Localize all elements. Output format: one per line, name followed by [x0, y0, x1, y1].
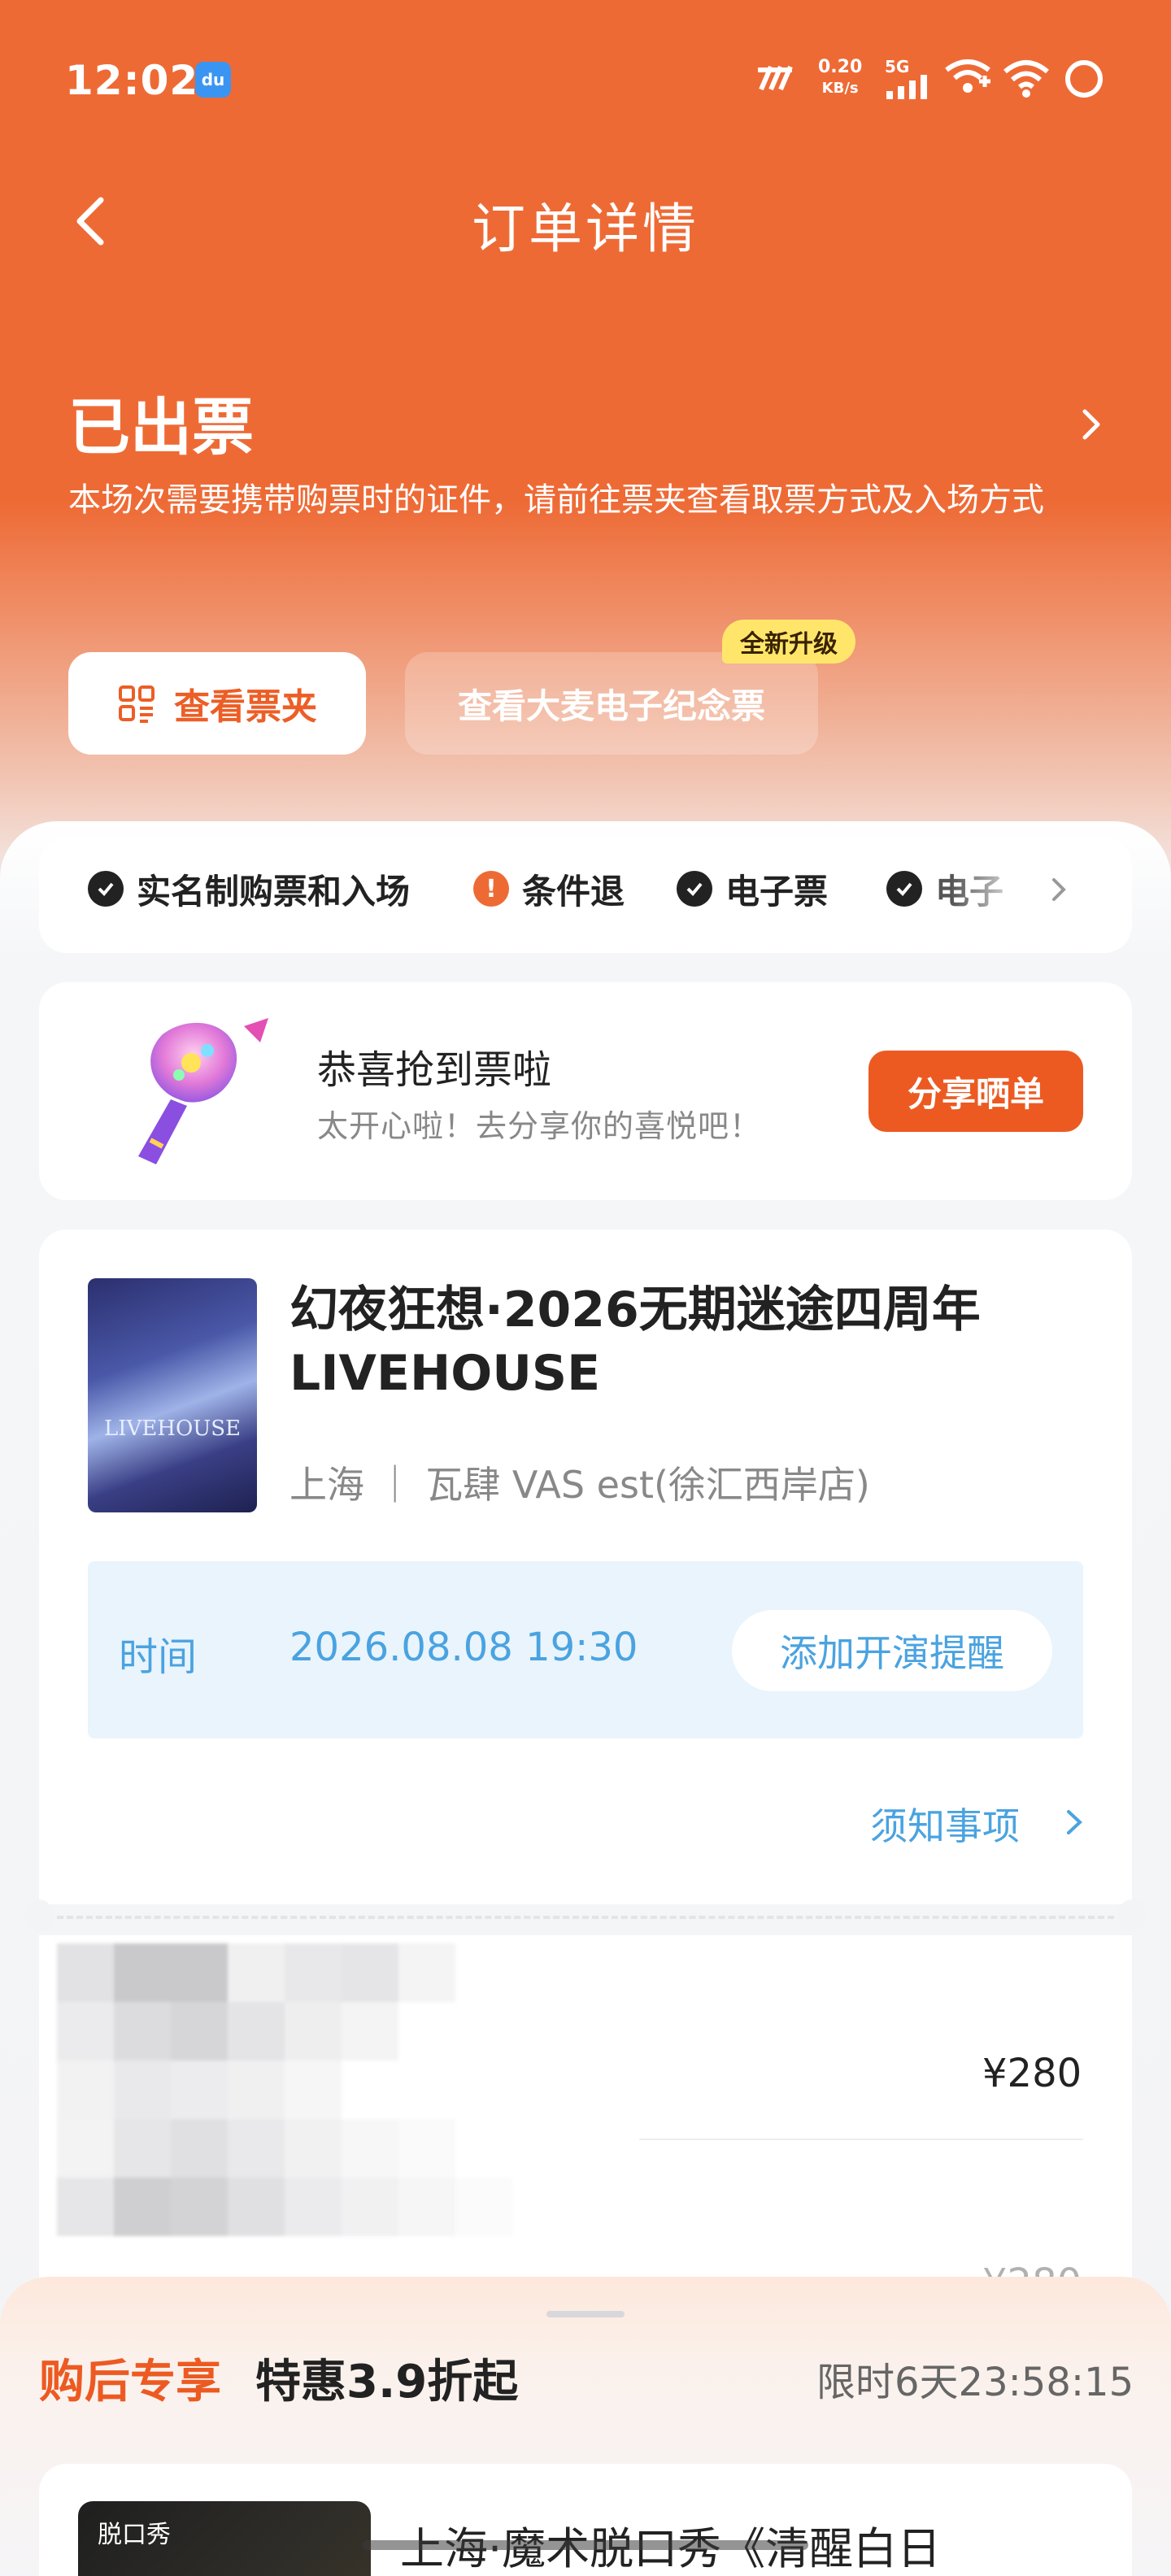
poster-artwork-text: LIVEHOUSE — [104, 1416, 241, 1441]
warning-circle-icon: ! — [473, 871, 509, 907]
promo-title: 购后专享 — [39, 2356, 221, 2408]
battery-ring-icon — [1065, 60, 1103, 98]
cellular-signal-icon — [886, 75, 927, 99]
view-ticket-wallet-button[interactable]: 查看票夹 — [68, 652, 366, 755]
network-type: 5G — [885, 57, 910, 76]
view-souvenir-ticket-button[interactable]: 查看大麦电子纪念票 — [405, 652, 818, 755]
recommendation-thumb-label: 脱口秀 — [98, 2521, 171, 2549]
ticket-notch-right — [1117, 1899, 1147, 1932]
ticket-divider — [57, 1916, 1114, 1919]
feature-conditional-refund: ! 条件退 — [473, 865, 625, 912]
page-title: 订单详情 — [472, 198, 699, 260]
chevron-right-icon[interactable] — [1046, 872, 1072, 907]
wifi-icon — [1003, 60, 1049, 98]
drag-handle[interactable] — [546, 2311, 625, 2317]
price-divider — [639, 2139, 1083, 2140]
show-venue: 上海 ｜ 瓦肆 VAS est(徐汇西岸店) — [289, 1463, 870, 1507]
chevron-right-icon[interactable] — [1075, 400, 1108, 449]
show-time-value: 2026.08.08 19:30 — [289, 1625, 638, 1670]
show-poster[interactable]: LIVEHOUSE — [88, 1278, 257, 1512]
check-circle-icon — [886, 871, 922, 907]
promo-countdown: 限时6天23:58:15 — [816, 2360, 1134, 2405]
recommendation-thumbnail[interactable]: 脱口秀 — [78, 2501, 371, 2576]
add-reminder-button[interactable]: 添加开演提醒 — [732, 1610, 1052, 1691]
view-ticket-wallet-label: 查看票夹 — [174, 686, 317, 728]
share-button[interactable]: 分享晒单 — [868, 1051, 1083, 1132]
share-subtitle: 太开心啦！去分享你的喜悦吧！ — [317, 1108, 762, 1144]
order-status-description: 本场次需要携带购票时的证件，请前往票夹查看取票方式及入场方式 — [68, 481, 1044, 519]
status-bar: 12:02 du 0.20 KB/s 5G — [0, 0, 1171, 154]
notice-link[interactable]: 须知事项 — [870, 1797, 1020, 1851]
wifi-calling-icon — [945, 59, 990, 93]
app-notification-icon: du — [195, 62, 231, 98]
check-circle-icon — [88, 871, 124, 907]
feature-fade — [951, 854, 1049, 927]
chevron-right-icon[interactable] — [1062, 1802, 1086, 1843]
status-time: 12:02 — [65, 57, 199, 104]
promo-subtitle: 特惠3.9折起 — [255, 2356, 519, 2408]
show-time-label: 时间 — [119, 1634, 198, 1680]
share-title: 恭喜抢到票啦 — [317, 1047, 552, 1093]
redacted-price-details — [57, 1943, 691, 2293]
ticket-notch-left — [24, 1899, 54, 1932]
new-upgrade-badge: 全新升级 — [722, 620, 855, 664]
check-circle-icon — [677, 871, 712, 907]
home-indicator[interactable] — [363, 2540, 808, 2550]
glowstick-icon — [138, 1018, 268, 1164]
grid-icon — [119, 685, 155, 723]
net-speed: 0.20 KB/s — [818, 57, 863, 97]
hd-icon — [758, 65, 793, 91]
show-title[interactable]: 幻夜狂想·2026无期迷途四周年LIVEHOUSE — [289, 1278, 1086, 1405]
order-status[interactable]: 已出票 — [68, 377, 254, 467]
view-souvenir-ticket-label: 查看大麦电子纪念票 — [457, 685, 765, 726]
feature-e-ticket: 电子票 — [677, 865, 828, 912]
ticket-price: ¥280 — [982, 2051, 1082, 2096]
feature-real-name: 实名制购票和入场 — [88, 865, 410, 912]
